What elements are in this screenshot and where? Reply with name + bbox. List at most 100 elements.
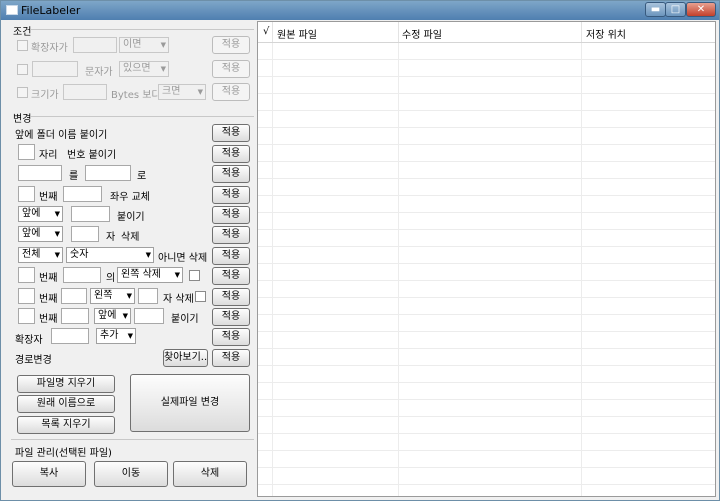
restore-names-button[interactable]: 원래 이름으로 — [17, 395, 115, 413]
replace-from-input[interactable] — [18, 165, 62, 181]
char-condition-input[interactable] — [32, 61, 78, 77]
location-column-header[interactable]: 저장 위치 — [586, 26, 626, 41]
number-apply-button[interactable]: 적용 — [212, 145, 250, 163]
column-divider[interactable] — [581, 22, 582, 42]
size-condition-checkbox[interactable] — [17, 87, 28, 98]
ext-condition-checkbox[interactable] — [17, 40, 28, 51]
conditions-section-label: 조건 — [13, 27, 32, 38]
row9-index-input[interactable] — [18, 288, 35, 304]
grid-row-line — [258, 144, 715, 145]
path-change-label: 경로변경 — [15, 355, 52, 366]
grid-row-line — [258, 450, 715, 451]
swap-text-input[interactable] — [63, 186, 102, 202]
grid-header: √ 원본 파일 수정 파일 저장 위치 — [258, 22, 715, 43]
delete-count-input[interactable] — [71, 226, 99, 242]
swap-index-input[interactable] — [18, 186, 35, 202]
digit-count-input[interactable] — [18, 144, 35, 160]
clear-filenames-button[interactable]: 파일명 지우기 — [17, 375, 115, 393]
row9-checkbox[interactable] — [195, 291, 206, 302]
ext-condition-value: 이면 — [123, 39, 142, 50]
row10-index-input[interactable] — [18, 308, 35, 324]
replace-apply-button[interactable]: 적용 — [212, 165, 250, 183]
row8-op-dropdown[interactable]: 왼쪽 삭제 ▼ — [117, 267, 183, 283]
file-list-grid[interactable]: √ 원본 파일 수정 파일 저장 위치 — [257, 21, 716, 497]
replace-mid-label: 를 — [69, 171, 79, 182]
maximize-button[interactable]: □ — [665, 2, 686, 17]
grid-row-line — [258, 229, 715, 230]
row8-of-label: 의 — [106, 273, 116, 284]
char-condition-apply-button[interactable]: 적용 — [212, 60, 250, 78]
row10-label: 붙이기 — [171, 314, 199, 325]
chevron-down-icon: ▼ — [160, 41, 166, 49]
grid-row-line — [258, 365, 715, 366]
row10-text-input[interactable] — [61, 308, 89, 324]
size-condition-apply-button[interactable]: 적용 — [212, 83, 250, 101]
browse-button[interactable]: 찾아보기.. — [163, 349, 208, 367]
size-condition-input[interactable] — [63, 84, 107, 100]
original-column-header[interactable]: 원본 파일 — [277, 26, 317, 41]
char-condition-checkbox[interactable] — [17, 64, 28, 75]
row9-text-input[interactable] — [138, 288, 158, 304]
char-condition-dropdown[interactable]: 있으면 ▼ — [119, 61, 169, 77]
grid-row-line — [258, 263, 715, 264]
move-button[interactable]: 이동 — [94, 461, 168, 487]
swap-nth-label: 번째 — [39, 192, 58, 203]
app-icon — [6, 5, 18, 15]
grid-row-line — [258, 484, 715, 485]
delete-files-button[interactable]: 삭제 — [173, 461, 247, 487]
column-divider[interactable] — [398, 22, 399, 42]
row9-apply-button[interactable]: 적용 — [212, 288, 250, 306]
ext-condition-apply-button[interactable]: 적용 — [212, 36, 250, 54]
check-column-header[interactable]: √ — [263, 26, 269, 37]
grid-row-line — [258, 331, 715, 332]
number-label: 번호 붙이기 — [67, 150, 117, 161]
ext-change-input[interactable] — [51, 328, 89, 344]
path-apply-button[interactable]: 적용 — [212, 349, 250, 367]
ext-condition-input[interactable] — [73, 37, 117, 53]
ext-change-apply-button[interactable]: 적용 — [212, 328, 250, 346]
row10-apply-button[interactable]: 적용 — [212, 308, 250, 326]
ext-condition-dropdown[interactable]: 이면 ▼ — [119, 37, 169, 53]
copy-button[interactable]: 복사 — [12, 461, 86, 487]
char-condition-label: 문자가 — [85, 67, 113, 78]
row9-count-input[interactable] — [61, 288, 87, 304]
row8-text-input[interactable] — [63, 267, 101, 283]
folder-prefix-apply-button[interactable]: 적용 — [212, 124, 250, 142]
window-title: FileLabeler — [21, 4, 81, 17]
replace-to-input[interactable] — [85, 165, 131, 181]
minimize-button[interactable]: ▬ — [645, 2, 666, 17]
filter-scope-dropdown[interactable]: 전체 ▼ — [18, 247, 63, 263]
row10-position-dropdown[interactable]: 앞에 ▼ — [94, 308, 131, 324]
row10-attach-input[interactable] — [134, 308, 164, 324]
close-button[interactable]: ✕ — [686, 2, 716, 17]
title-bar[interactable]: FileLabeler ▬ □ ✕ — [1, 1, 719, 20]
swap-apply-button[interactable]: 적용 — [212, 186, 250, 204]
row8-checkbox[interactable] — [189, 270, 200, 281]
size-unit-label: Bytes 보다 — [111, 90, 161, 101]
grid-body[interactable] — [258, 43, 715, 496]
row9-side-value: 왼쪽 — [94, 290, 113, 301]
row8-index-input[interactable] — [18, 267, 35, 283]
size-condition-dropdown[interactable]: 크면 ▼ — [158, 84, 206, 100]
change-section-label: 변경 — [13, 114, 32, 125]
attach-position-value: 앞에 — [22, 208, 41, 219]
clear-list-button[interactable]: 목록 지우기 — [17, 416, 115, 434]
row9-side-dropdown[interactable]: 왼쪽 ▼ — [90, 288, 135, 304]
filter-apply-button[interactable]: 적용 — [212, 247, 250, 265]
delete-position-value: 앞에 — [22, 228, 41, 239]
delete-apply-button[interactable]: 적용 — [212, 226, 250, 244]
row8-apply-button[interactable]: 적용 — [212, 267, 250, 285]
grid-row-line — [258, 314, 715, 315]
filter-type-dropdown[interactable]: 숫자 ▼ — [66, 247, 154, 263]
ext-change-value: 추가 — [100, 330, 119, 341]
attach-apply-button[interactable]: 적용 — [212, 206, 250, 224]
apply-real-files-button[interactable]: 실제파일 변경 — [130, 374, 250, 432]
attach-text-input[interactable] — [71, 206, 110, 222]
grid-row-line — [258, 110, 715, 111]
modified-column-header[interactable]: 수정 파일 — [402, 26, 442, 41]
delete-position-dropdown[interactable]: 앞에 ▼ — [18, 226, 63, 242]
column-divider[interactable] — [272, 22, 273, 42]
ext-change-dropdown[interactable]: 추가 ▼ — [96, 328, 136, 344]
attach-position-dropdown[interactable]: 앞에 ▼ — [18, 206, 63, 222]
delete-label: 삭제 — [121, 232, 140, 243]
